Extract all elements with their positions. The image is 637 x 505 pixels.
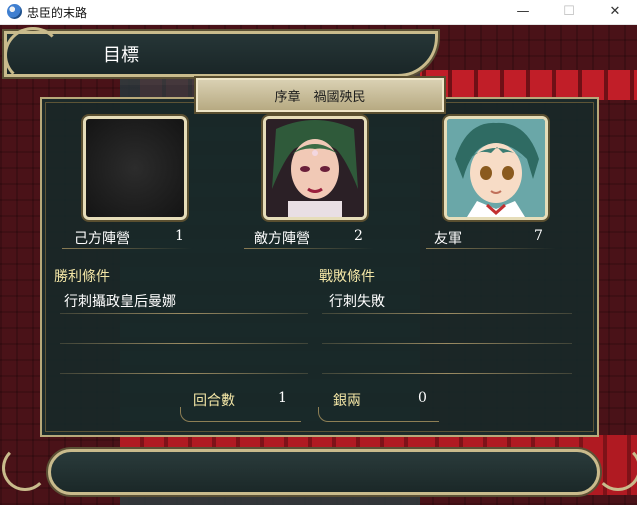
money-label: 銀兩 (333, 393, 361, 409)
message-window (48, 449, 600, 495)
divider (322, 373, 572, 374)
objective-title: 目標 (103, 45, 139, 66)
turn-count-label: 回合數 (193, 393, 235, 409)
friendly-army-count: 7 (534, 228, 543, 244)
divider (322, 313, 572, 314)
friendly-army-label: 友軍 (434, 231, 462, 247)
close-button[interactable]: ✕ (592, 0, 637, 24)
divider (322, 343, 572, 344)
turn-count-value: 1 (278, 390, 287, 406)
enemy-faction-count: 2 (354, 228, 363, 244)
friendly-leader-face-icon (447, 119, 545, 217)
enemy-leader-face-icon (266, 119, 364, 217)
divider (60, 343, 308, 344)
divider (60, 313, 308, 314)
ally-faction-count: 1 (175, 228, 184, 244)
ally-faction-label: 己方陣營 (74, 231, 130, 247)
victory-conditions-title: 勝利條件 (54, 269, 110, 285)
friendly-army-portrait (444, 116, 548, 220)
minimize-button[interactable]: — (500, 0, 546, 24)
objective-header (4, 31, 438, 77)
defeat-conditions-title: 戰敗條件 (319, 269, 375, 285)
divider (60, 373, 308, 374)
defeat-condition-item: 行刺失敗 (329, 294, 385, 310)
ornament-swirl-icon (4, 27, 62, 83)
maximize-button[interactable]: ☐ (546, 0, 592, 24)
window-title: 忠臣的末路 (27, 6, 88, 20)
game-screen: 目標 序章 禍國殃民 己方陣營 1 敵方陣營 2 友軍 7 勝利條件 行刺攝政皇… (0, 25, 637, 505)
window-title-bar: 忠臣的末路 — ☐ ✕ (0, 0, 637, 25)
globe-icon (7, 4, 22, 19)
ornament-swirl-icon (595, 445, 637, 491)
chapter-title: 序章 禍國殃民 (274, 90, 366, 105)
ornament-swirl-icon (2, 445, 48, 491)
enemy-faction-label: 敵方陣營 (254, 231, 310, 247)
divider (426, 248, 556, 249)
money-value: 0 (418, 390, 427, 406)
ally-faction-portrait (83, 116, 187, 220)
victory-condition-item: 行刺攝政皇后曼娜 (64, 294, 176, 310)
enemy-faction-portrait (263, 116, 367, 220)
divider (244, 248, 374, 249)
divider (62, 248, 192, 249)
chapter-plate: 序章 禍國殃民 (196, 78, 444, 112)
